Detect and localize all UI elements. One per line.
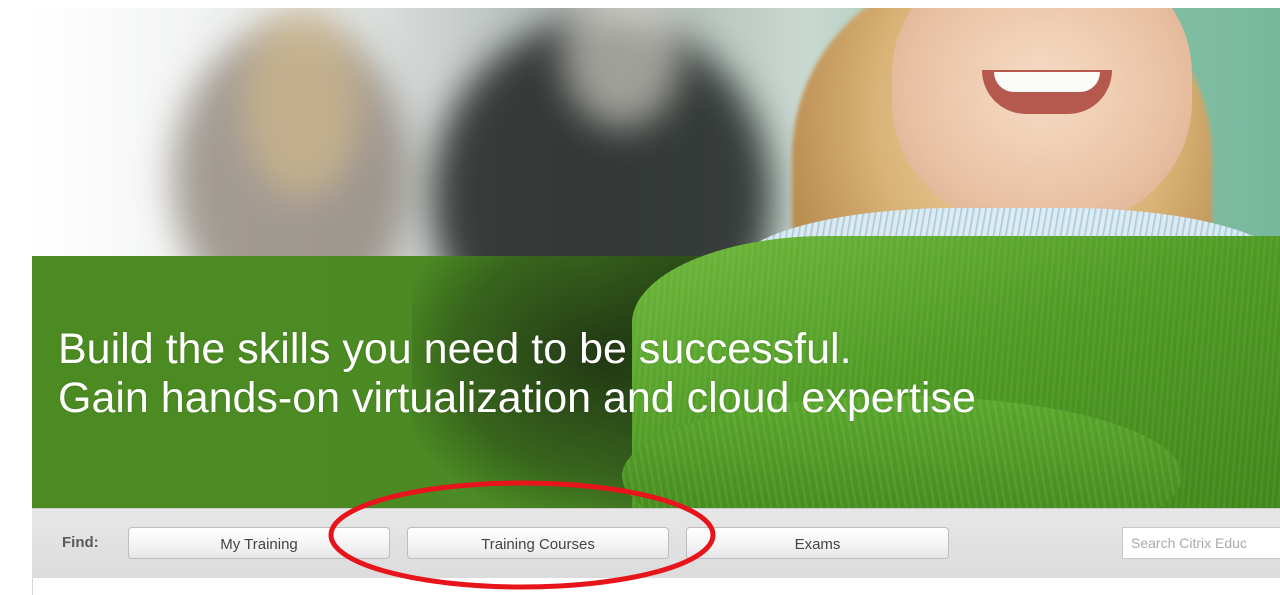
- my-training-button[interactable]: My Training: [128, 527, 390, 559]
- hero-tagline: Build the skills you need to be successf…: [58, 325, 976, 423]
- page-frame: Build the skills you need to be successf…: [0, 0, 1280, 595]
- find-label: Find:: [62, 534, 99, 551]
- hero-banner: [32, 8, 1280, 508]
- search-input[interactable]: [1122, 527, 1280, 559]
- find-bar: Find: My Training Training Courses Exams: [32, 508, 1280, 579]
- hero-woman-teeth: [994, 72, 1100, 92]
- hero-tagline-line1: Build the skills you need to be successf…: [58, 325, 852, 373]
- hero-woman-face: [892, 8, 1192, 228]
- content-area: [32, 578, 1280, 595]
- hero-background-person-hair: [242, 8, 362, 198]
- training-courses-button[interactable]: Training Courses: [407, 527, 669, 559]
- hero-tagline-line2: Gain hands-on virtualization and cloud e…: [58, 374, 976, 422]
- exams-button[interactable]: Exams: [686, 527, 949, 559]
